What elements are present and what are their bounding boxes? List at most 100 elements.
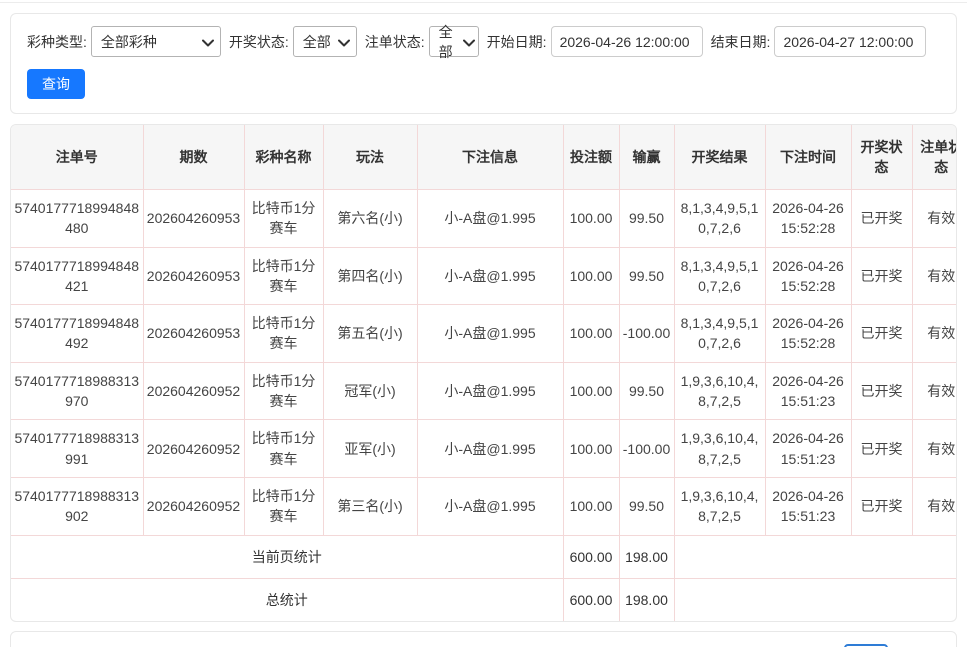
- cell-draw-status: 已开奖: [851, 362, 913, 421]
- total-summary-win-total: 198.00: [619, 578, 675, 622]
- cell-order-status: 有效: [912, 247, 956, 306]
- cell-bet-time: 2026-04-26 15:51:23: [765, 477, 852, 536]
- cell-order-status: 有效: [912, 189, 956, 248]
- cell-bet-amount: 100.00: [563, 247, 620, 306]
- cell-lottery-name: 比特币1分赛车: [244, 189, 324, 248]
- cell-lottery-name: 比特币1分赛车: [244, 247, 324, 306]
- cell-period: 202604260953: [143, 189, 245, 248]
- draw-status-label: 开奖状态:: [228, 33, 289, 50]
- total-summary-label: 总统计: [11, 578, 564, 622]
- cell-bet-amount: 100.00: [563, 419, 620, 478]
- end-date-input[interactable]: [774, 26, 927, 57]
- query-button[interactable]: 查询: [27, 69, 85, 99]
- cell-win-loss: 99.50: [619, 189, 675, 248]
- table-row: 5740177718994848480 202604260953 比特币1分赛车 第六…: [11, 189, 956, 248]
- cell-lottery-name: 比特币1分赛车: [244, 419, 324, 478]
- cell-order-status: 有效: [912, 419, 956, 478]
- cell-bet-time: 2026-04-26 15:51:23: [765, 362, 852, 421]
- cell-draw-result: 8,1,3,4,9,5,10,7,2,6: [674, 304, 766, 363]
- table-row: 5740177718988313991 202604260952 比特币1分赛车 亚军…: [11, 419, 956, 478]
- cell-lottery-name: 比特币1分赛车: [244, 304, 324, 363]
- cell-bet-info: 小-A盘@1.995: [417, 247, 564, 306]
- cell-bet-info: 小-A盘@1.995: [417, 362, 564, 421]
- cell-play-type: 第三名(小): [323, 477, 418, 536]
- table-row: 5740177718988313970 202604260952 比特币1分赛车 冠军…: [11, 362, 956, 421]
- cell-play-type: 第六名(小): [323, 189, 418, 248]
- cell-win-loss: -100.00: [619, 304, 675, 363]
- page-summary-blank: [674, 535, 956, 579]
- cell-bet-time: 2026-04-26 15:51:23: [765, 419, 852, 478]
- cell-order-status: 有效: [912, 477, 956, 536]
- cell-order-id: 5740177718994848480: [11, 189, 144, 248]
- chevron-down-icon: [201, 34, 214, 50]
- cell-draw-status: 已开奖: [851, 304, 913, 363]
- column-header-bet-amount: 投注额: [563, 125, 620, 190]
- column-header-win-loss: 输赢: [619, 125, 675, 190]
- lottery-type-value: 全部彩种: [100, 33, 157, 50]
- order-status-label: 注单状态:: [364, 33, 425, 50]
- page-summary-win-total: 198.00: [619, 535, 675, 579]
- table-header-row: 注单号期数彩种名称玩法下注信息投注额输赢开奖结果下注时间开奖状态注单状态: [11, 125, 956, 190]
- filter-panel: 彩种类型: 全部彩种 开奖状态: 全部 注单状态: 全部 开始日期: 结束日期:…: [10, 13, 957, 114]
- cell-bet-info: 小-A盘@1.995: [417, 419, 564, 478]
- lottery-type-select[interactable]: 全部彩种: [90, 26, 221, 57]
- cell-draw-status: 已开奖: [851, 477, 913, 536]
- order-status-select[interactable]: 全部: [428, 24, 479, 60]
- cell-order-status: 有效: [912, 362, 956, 421]
- cell-draw-result: 1,9,3,6,10,4,8,7,2,5: [674, 477, 766, 536]
- column-header-bet-time: 下注时间: [765, 125, 852, 190]
- cell-draw-status: 已开奖: [851, 247, 913, 306]
- column-header-lottery-name: 彩种名称: [244, 125, 324, 190]
- column-header-period: 期数: [143, 125, 245, 190]
- cell-bet-amount: 100.00: [563, 477, 620, 536]
- start-date-input[interactable]: [550, 26, 703, 57]
- column-header-draw-result: 开奖结果: [674, 125, 766, 190]
- cell-draw-result: 1,9,3,6,10,4,8,7,2,5: [674, 419, 766, 478]
- column-header-order-id: 注单号: [11, 125, 144, 190]
- cell-bet-info: 小-A盘@1.995: [417, 189, 564, 248]
- cell-play-type: 亚军(小): [323, 419, 418, 478]
- end-date-label: 结束日期:: [710, 33, 771, 50]
- total-summary-row: 总统计 600.00 198.00: [11, 578, 956, 622]
- cell-order-id: 5740177718994848492: [11, 304, 144, 363]
- cell-draw-status: 已开奖: [851, 419, 913, 478]
- draw-status-value: 全部: [302, 33, 331, 50]
- column-header-play-type: 玩法: [323, 125, 418, 190]
- column-header-draw-status: 开奖状态: [851, 125, 913, 190]
- cell-play-type: 第五名(小): [323, 304, 418, 363]
- cell-period: 202604260952: [143, 362, 245, 421]
- cell-draw-result: 1,9,3,6,10,4,8,7,2,5: [674, 362, 766, 421]
- page-summary-row: 当前页统计 600.00 198.00: [11, 535, 956, 579]
- cell-win-loss: 99.50: [619, 477, 675, 536]
- cell-bet-amount: 100.00: [563, 304, 620, 363]
- cell-draw-result: 8,1,3,4,9,5,10,7,2,6: [674, 247, 766, 306]
- bet-records-table: 注单号期数彩种名称玩法下注信息投注额输赢开奖结果下注时间开奖状态注单状态 574…: [11, 125, 956, 622]
- page-summary-bet-total: 600.00: [563, 535, 620, 579]
- cell-bet-time: 2026-04-26 15:52:28: [765, 189, 852, 248]
- cell-draw-result: 8,1,3,4,9,5,10,7,2,6: [674, 189, 766, 248]
- order-status-value: 全部: [438, 23, 453, 60]
- table-row: 5740177718994848421 202604260953 比特币1分赛车 第四…: [11, 247, 956, 306]
- pagination-panel: 每页显示20条 共6条 首页 上一页 1 下一页 第 页 跳转: [10, 631, 957, 647]
- table-body: 5740177718994848480 202604260953 比特币1分赛车 第六…: [11, 189, 956, 622]
- cell-bet-time: 2026-04-26 15:52:28: [765, 247, 852, 306]
- cell-bet-info: 小-A盘@1.995: [417, 304, 564, 363]
- chevron-down-icon: [462, 34, 475, 50]
- cell-lottery-name: 比特币1分赛车: [244, 477, 324, 536]
- cell-bet-time: 2026-04-26 15:52:28: [765, 304, 852, 363]
- cell-win-loss: -100.00: [619, 419, 675, 478]
- column-header-order-status: 注单状态: [912, 125, 956, 190]
- cell-order-id: 5740177718988313902: [11, 477, 144, 536]
- cell-bet-amount: 100.00: [563, 362, 620, 421]
- start-date-label: 开始日期:: [486, 33, 547, 50]
- column-header-bet-info: 下注信息: [417, 125, 564, 190]
- cell-period: 202604260953: [143, 247, 245, 306]
- draw-status-select[interactable]: 全部: [292, 26, 357, 57]
- cell-order-id: 5740177718988313970: [11, 362, 144, 421]
- total-summary-bet-total: 600.00: [563, 578, 620, 622]
- cell-order-status: 有效: [912, 304, 956, 363]
- bet-records-table-panel: 注单号期数彩种名称玩法下注信息投注额输赢开奖结果下注时间开奖状态注单状态 574…: [10, 124, 957, 623]
- total-summary-blank: [674, 578, 956, 621]
- cell-win-loss: 99.50: [619, 247, 675, 306]
- cell-lottery-name: 比特币1分赛车: [244, 362, 324, 421]
